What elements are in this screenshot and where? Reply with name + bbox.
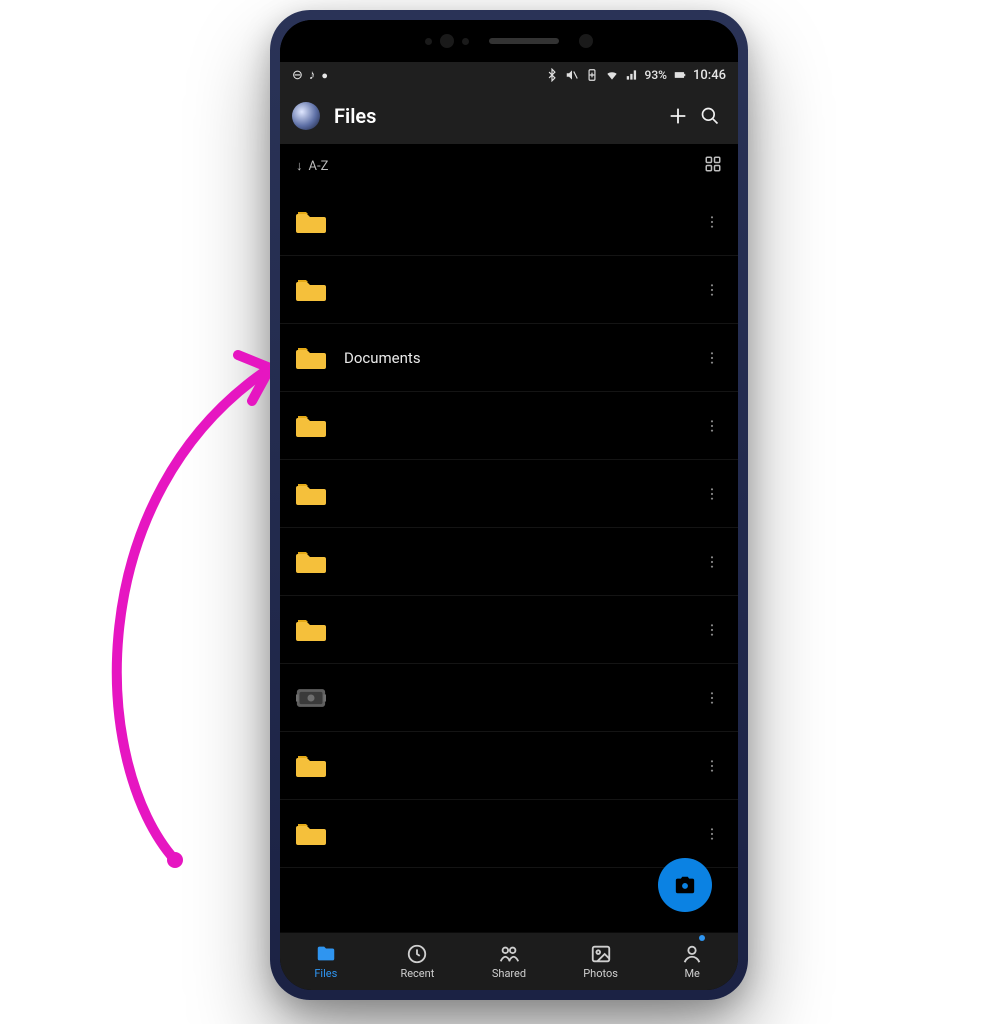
more-button[interactable] xyxy=(694,554,730,570)
more-button[interactable] xyxy=(694,350,730,366)
folder-icon xyxy=(296,618,326,642)
more-button[interactable] xyxy=(694,282,730,298)
nav-label: Shared xyxy=(492,967,526,980)
nav-label: Me xyxy=(684,967,699,980)
file-row[interactable] xyxy=(280,392,738,460)
app-bar: Files xyxy=(280,88,738,144)
battery-percent: 93% xyxy=(645,68,667,82)
nav-label: Recent xyxy=(400,967,434,980)
bottom-nav: Files Recent Shared Photos Me xyxy=(280,932,738,990)
more-button[interactable] xyxy=(694,418,730,434)
folder-icon xyxy=(296,822,326,846)
file-row[interactable] xyxy=(280,460,738,528)
file-row[interactable] xyxy=(280,596,738,664)
more-button[interactable] xyxy=(694,826,730,842)
more-button[interactable] xyxy=(694,622,730,638)
notif-icon-dnd: ⊖ xyxy=(292,68,303,83)
search-button[interactable] xyxy=(694,106,726,126)
photos-icon xyxy=(590,943,612,965)
camera-icon xyxy=(674,874,696,896)
nav-files[interactable]: Files xyxy=(280,943,372,980)
me-icon xyxy=(681,943,703,965)
files-icon xyxy=(315,943,337,965)
sort-arrow-icon: ↓ xyxy=(296,158,303,174)
file-row[interactable] xyxy=(280,732,738,800)
recent-icon xyxy=(406,943,428,965)
signal-icon xyxy=(625,68,639,82)
sort-row: ↓ A-Z xyxy=(280,144,738,188)
file-row[interactable] xyxy=(280,256,738,324)
folder-icon xyxy=(296,346,326,370)
shared-icon xyxy=(498,943,520,965)
nav-shared[interactable]: Shared xyxy=(463,943,555,980)
phone-frame: ⊖ ♪ ● 93% 10:46 Files xyxy=(270,10,748,1000)
avatar[interactable] xyxy=(292,102,320,130)
bluetooth-icon xyxy=(545,68,559,82)
nav-me[interactable]: Me xyxy=(646,943,738,980)
more-button[interactable] xyxy=(694,690,730,706)
phone-bezel-top xyxy=(280,20,738,62)
folder-icon xyxy=(296,278,326,302)
more-button[interactable] xyxy=(694,214,730,230)
file-list: Documents xyxy=(280,188,738,868)
add-button[interactable] xyxy=(662,105,694,127)
folder-icon xyxy=(296,754,326,778)
view-toggle-button[interactable] xyxy=(704,155,722,177)
file-row[interactable] xyxy=(280,528,738,596)
folder-icon xyxy=(296,414,326,438)
file-row[interactable] xyxy=(280,664,738,732)
battery-icon xyxy=(673,68,687,82)
file-row[interactable]: Documents xyxy=(280,324,738,392)
nav-badge xyxy=(699,935,705,941)
folder-icon xyxy=(296,550,326,574)
mute-icon xyxy=(565,68,579,82)
more-button[interactable] xyxy=(694,486,730,502)
file-name: Documents xyxy=(344,349,694,367)
sort-button[interactable]: ↓ A-Z xyxy=(296,158,328,174)
nav-label: Photos xyxy=(583,967,618,980)
camera-fab[interactable] xyxy=(658,858,712,912)
page-title: Files xyxy=(334,104,662,128)
vault-icon xyxy=(296,686,326,710)
file-row[interactable] xyxy=(280,800,738,868)
more-button[interactable] xyxy=(694,758,730,774)
status-time: 10:46 xyxy=(693,68,726,83)
grid-icon xyxy=(704,155,722,173)
folder-icon xyxy=(296,210,326,234)
status-bar: ⊖ ♪ ● 93% 10:46 xyxy=(280,62,738,88)
wifi-icon xyxy=(605,68,619,82)
file-row[interactable] xyxy=(280,188,738,256)
notif-icon-music: ♪ xyxy=(309,67,316,83)
nav-photos[interactable]: Photos xyxy=(555,943,647,980)
notif-icon-spotify: ● xyxy=(321,69,328,82)
nav-recent[interactable]: Recent xyxy=(372,943,464,980)
folder-icon xyxy=(296,482,326,506)
nav-label: Files xyxy=(314,967,337,980)
battery-saver-icon xyxy=(585,68,599,82)
sort-label: A-Z xyxy=(309,159,329,174)
